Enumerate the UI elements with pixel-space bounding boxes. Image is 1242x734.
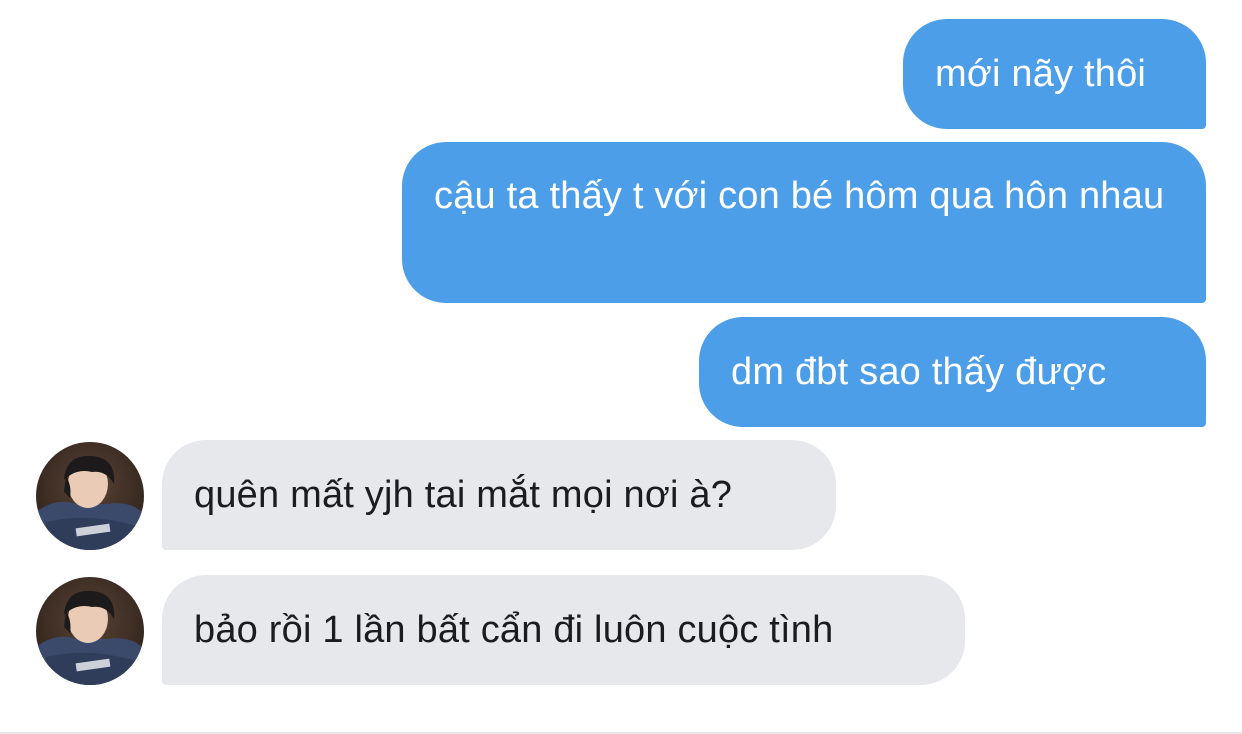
avatar[interactable] — [36, 577, 144, 685]
received-message-bubble[interactable]: quên mất yjh tai mắt mọi nơi à? — [162, 440, 836, 550]
message-text: cậu ta thấy t với con bé hôm qua hôn nha… — [434, 175, 1165, 217]
sent-message-bubble[interactable]: cậu ta thấy t với con bé hôm qua hôn nha… — [402, 142, 1206, 303]
message-text: quên mất yjh tai mắt mọi nơi à? — [194, 474, 733, 516]
sent-message-bubble[interactable]: dm đbt sao thấy được — [699, 317, 1206, 427]
avatar[interactable] — [36, 442, 144, 550]
received-message-bubble[interactable]: bảo rồi 1 lần bất cẩn đi luôn cuộc tình — [162, 575, 965, 685]
sent-message-bubble[interactable]: mới nãy thôi — [903, 19, 1206, 129]
message-text: mới nãy thôi — [935, 53, 1147, 95]
avatar-photo-icon — [36, 577, 144, 685]
message-text: dm đbt sao thấy được — [731, 351, 1107, 393]
message-text: bảo rồi 1 lần bất cẩn đi luôn cuộc tình — [194, 609, 834, 651]
chat-thread: mới nãy thôi cậu ta thấy t với con bé hô… — [0, 0, 1242, 734]
avatar-photo-icon — [36, 442, 144, 550]
